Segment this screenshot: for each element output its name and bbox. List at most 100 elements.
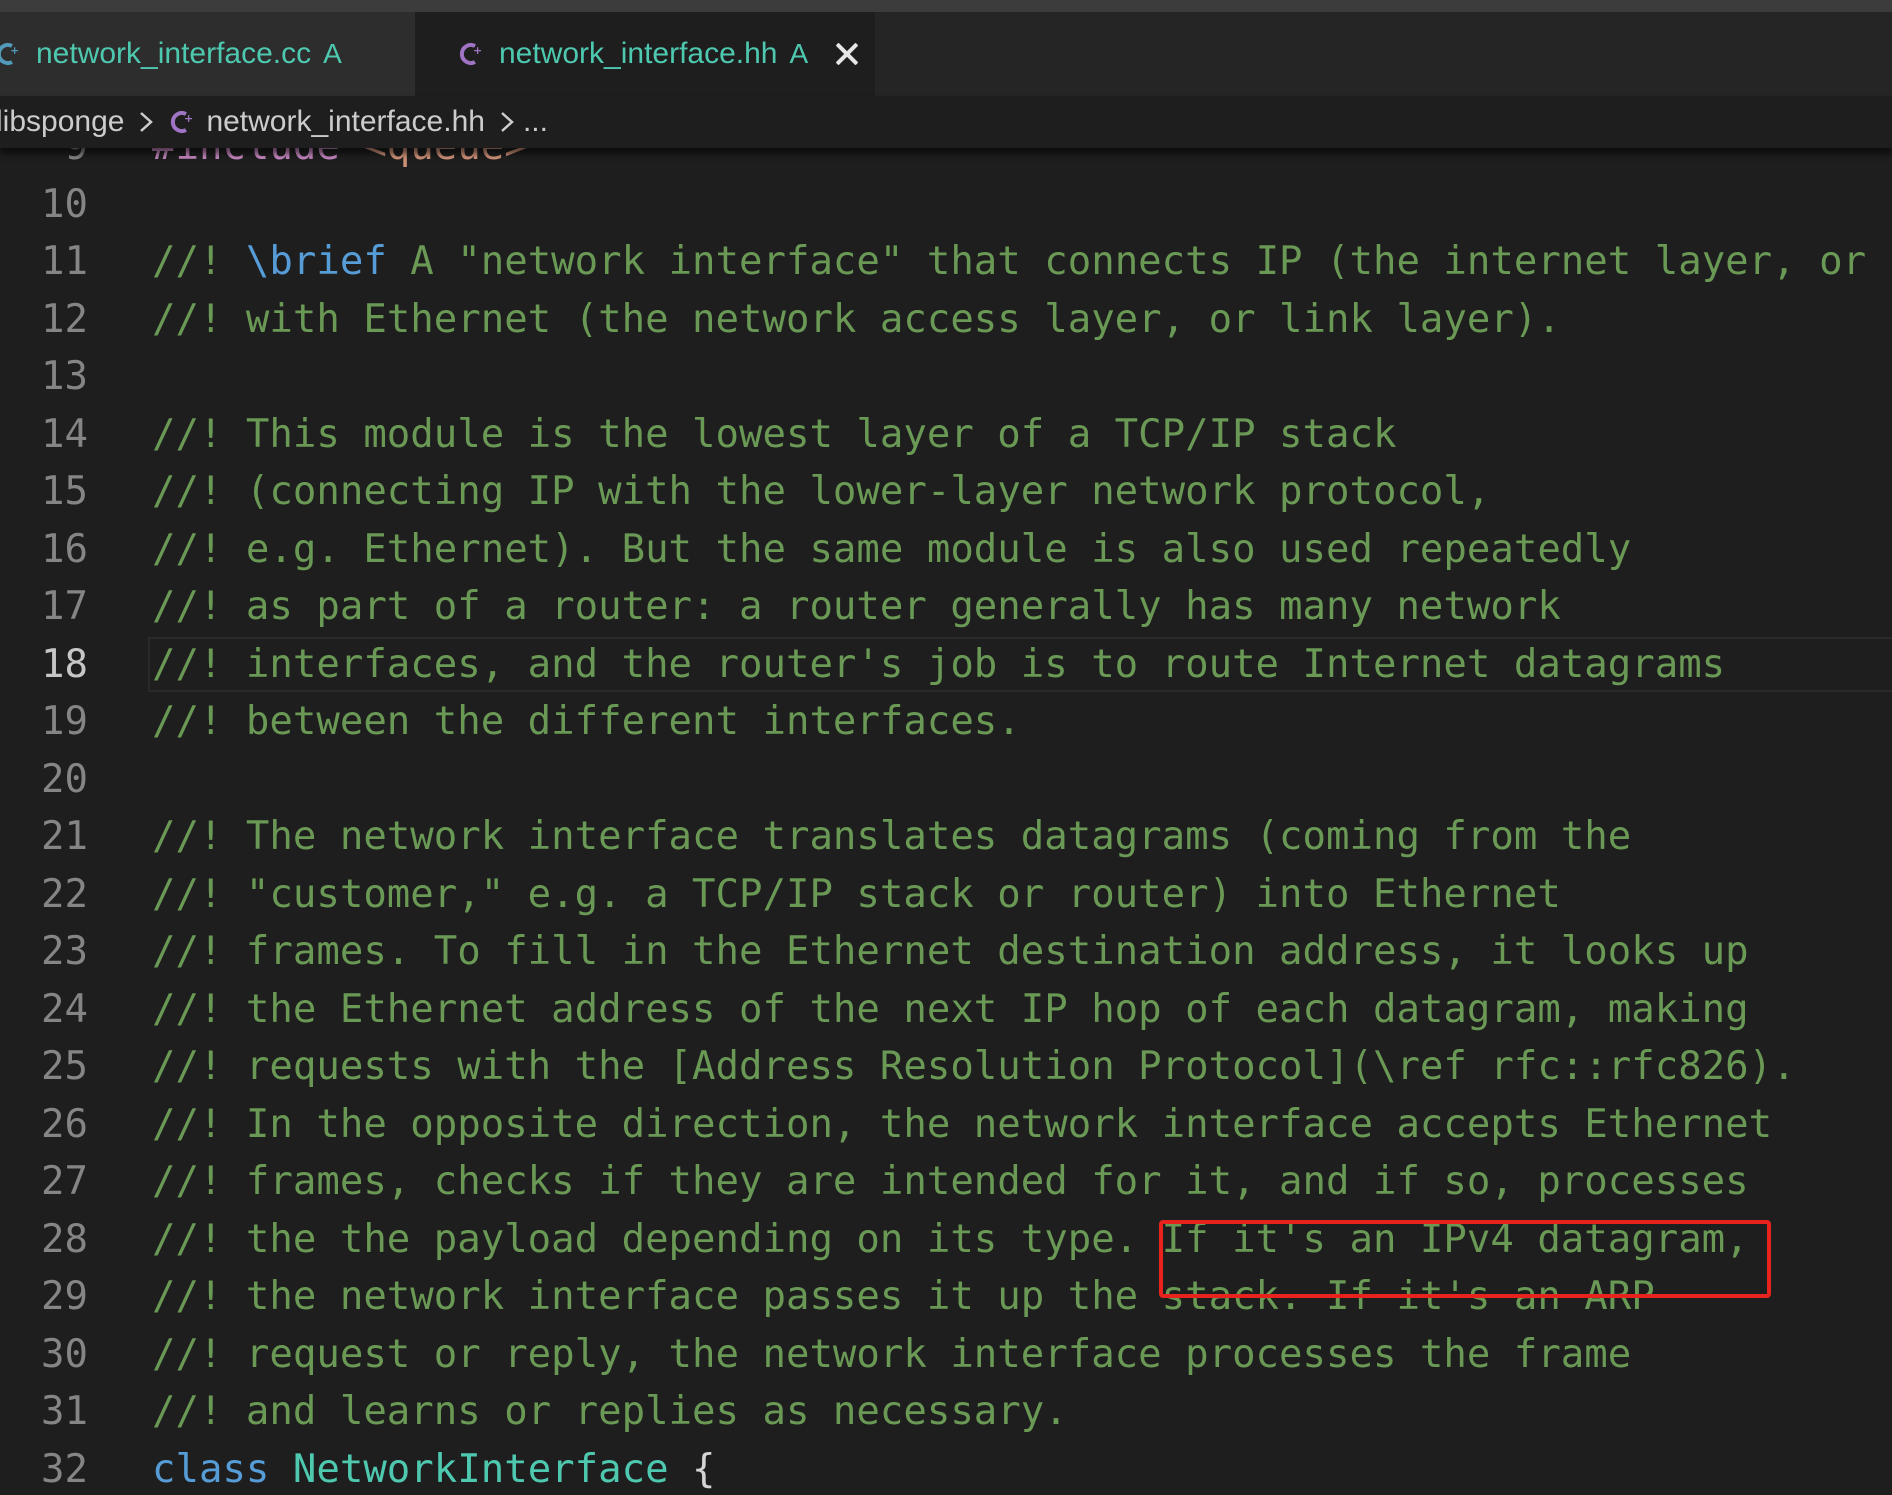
- tab-label: network_interface.hh: [499, 37, 778, 70]
- line-number: 13: [41, 354, 88, 399]
- close-tab-icon[interactable]: [832, 39, 862, 69]
- line-text: //! request or reply, the network interf…: [152, 1326, 1631, 1384]
- cpp-file-icon: +: [0, 39, 22, 69]
- line-number: 28: [41, 1216, 88, 1262]
- line-number: 14: [41, 411, 88, 457]
- line-text: //! "customer," e.g. a TCP/IP stack or r…: [152, 866, 1561, 924]
- code-line[interactable]: 16 //! e.g. Ethernet). But the same modul…: [0, 521, 1892, 579]
- line-number: 16: [41, 526, 88, 572]
- line-number: 24: [41, 986, 88, 1032]
- line-text: //! the Ethernet address of the next IP …: [152, 981, 1749, 1039]
- code-token: //! frames. To fill in the Ethernet dest…: [152, 929, 1749, 974]
- line-text: //! between the different interfaces.: [152, 693, 1021, 751]
- code-line[interactable]: 21 //! The network interface translates d…: [0, 808, 1892, 866]
- code-token: //! frames, checks if they are intended …: [152, 1159, 1749, 1204]
- line-number: 27: [41, 1159, 88, 1204]
- line-text: //! interfaces, and the router's job is …: [152, 636, 1725, 694]
- breadcrumb-file[interactable]: network_interface.hh: [206, 105, 485, 139]
- window-title-bar: [0, 0, 1892, 12]
- code-token: class: [152, 1446, 270, 1492]
- line-number: 32: [41, 1446, 88, 1492]
- svg-text:+: +: [184, 112, 193, 125]
- code-token: <queue>: [363, 148, 527, 169]
- line-text: //! The network interface translates dat…: [152, 808, 1631, 866]
- code-line[interactable]: 19 //! between the different interfaces.: [0, 693, 1892, 751]
- code-line[interactable]: 25 //! requests with the [Address Resolut…: [0, 1038, 1892, 1096]
- code-token: //! the network interface passes it up t…: [152, 1274, 1655, 1319]
- code-editor[interactable]: 9 #include <queue> 10 11 //! \brief A "netwo…: [0, 148, 1892, 1495]
- line-number: 18: [41, 641, 88, 687]
- code-token: //! the the payload depending on its typ…: [152, 1216, 1749, 1262]
- code-line[interactable]: 28 //! the the payload depending on its t…: [0, 1211, 1892, 1269]
- code-line[interactable]: 22 //! "customer," e.g. a TCP/IP stack or…: [0, 866, 1892, 924]
- line-number: 23: [41, 929, 88, 974]
- chevron-right-icon: [499, 111, 515, 133]
- code-lines: 9 #include <queue> 10 11 //! \brief A "netwo…: [0, 148, 1892, 1495]
- line-number: 17: [41, 584, 88, 629]
- code-line[interactable]: 29 //! the network interface passes it up…: [0, 1268, 1892, 1326]
- tab-network-interface-hh[interactable]: + network_interface.hh A: [415, 12, 875, 96]
- code-token: //! This module is the lowest layer of a…: [152, 411, 1397, 457]
- code-token: //! interfaces, and the router's job is …: [152, 641, 1726, 687]
- code-token: A "network interface" that connects IP (…: [386, 239, 1867, 284]
- code-line[interactable]: 15 //! (connecting IP with the lower-laye…: [0, 463, 1892, 521]
- code-line[interactable]: 27 //! frames, checks if they are intende…: [0, 1153, 1892, 1211]
- code-token: //! the Ethernet address of the next IP …: [152, 986, 1749, 1032]
- line-number: 22: [41, 871, 88, 917]
- line-number: 20: [41, 756, 88, 802]
- tab-network-interface-cc[interactable]: + network_interface.cc A: [0, 12, 415, 96]
- line-number: 10: [41, 181, 88, 227]
- code-token: //! and learns or replies as necessary.: [152, 1389, 1068, 1434]
- chevron-right-icon: [138, 111, 154, 133]
- code-line[interactable]: 13: [0, 348, 1892, 406]
- code-line[interactable]: 23 //! frames. To fill in the Ethernet de…: [0, 923, 1892, 981]
- code-token: //! In the opposite direction, the netwo…: [152, 1101, 1773, 1147]
- code-line[interactable]: 18 //! interfaces, and the router's job i…: [0, 636, 1892, 694]
- code-line[interactable]: 10: [0, 176, 1892, 234]
- code-token: //! (connecting IP with the lower-layer …: [152, 469, 1491, 514]
- code-token: //! requests with the [Address Resolutio…: [152, 1044, 1796, 1089]
- code-line[interactable]: 26 //! In the opposite direction, the net…: [0, 1096, 1892, 1154]
- breadcrumb: libsponge + network_interface.hh ...: [0, 96, 1892, 148]
- code-line[interactable]: 30 //! request or reply, the network inte…: [0, 1326, 1892, 1384]
- line-text: //! e.g. Ethernet). But the same module …: [152, 521, 1631, 579]
- code-line[interactable]: 32 class NetworkInterface {: [0, 1441, 1892, 1495]
- code-line[interactable]: 12 //! with Ethernet (the network access …: [0, 291, 1892, 349]
- code-line[interactable]: 20: [0, 751, 1892, 809]
- git-added-badge: A: [789, 38, 809, 69]
- line-text: //! This module is the lowest layer of a…: [152, 406, 1396, 464]
- code-token: //! "customer," e.g. a TCP/IP stack or r…: [152, 871, 1561, 917]
- code-token: //! as part of a router: a router genera…: [152, 584, 1561, 629]
- line-number: 29: [41, 1274, 88, 1319]
- code-line[interactable]: 9 #include <queue>: [0, 148, 1892, 176]
- tab-label: network_interface.cc: [36, 37, 312, 70]
- code-token: #include: [152, 148, 363, 169]
- code-token: //! e.g. Ethernet). But the same module …: [152, 526, 1632, 572]
- line-text: //! the the payload depending on its typ…: [152, 1211, 1749, 1269]
- line-text: //! frames, checks if they are intended …: [152, 1153, 1749, 1211]
- line-number: 19: [41, 699, 88, 744]
- code-token: //! with Ethernet (the network access la…: [152, 296, 1561, 342]
- code-token: //! The network interface translates dat…: [152, 814, 1632, 859]
- breadcrumb-symbol[interactable]: ...: [523, 105, 548, 139]
- code-line[interactable]: 31 //! and learns or replies as necessary…: [0, 1383, 1892, 1441]
- code-line[interactable]: 24 //! the Ethernet address of the next I…: [0, 981, 1892, 1039]
- code-token: NetworkInterface: [292, 1446, 669, 1492]
- line-number: 12: [41, 296, 88, 342]
- line-number: 11: [41, 239, 88, 284]
- code-line[interactable]: 11 //! \brief A "network interface" that …: [0, 233, 1892, 291]
- line-text: //! In the opposite direction, the netwo…: [152, 1096, 1772, 1154]
- code-token: {: [668, 1446, 716, 1492]
- line-number: 31: [41, 1389, 88, 1434]
- line-text: //! as part of a router: a router genera…: [152, 578, 1561, 636]
- svg-text:+: +: [473, 44, 482, 57]
- svg-text:+: +: [10, 44, 19, 57]
- line-number: 26: [41, 1101, 88, 1147]
- code-token: //!: [152, 239, 246, 284]
- breadcrumb-folder[interactable]: libsponge: [0, 105, 124, 139]
- code-token: //! between the different interfaces.: [152, 699, 1021, 744]
- code-line[interactable]: 14 //! This module is the lowest layer of…: [0, 406, 1892, 464]
- code-line[interactable]: 17 //! as part of a router: a router gene…: [0, 578, 1892, 636]
- line-text: //! \brief A "network interface" that co…: [152, 233, 1866, 291]
